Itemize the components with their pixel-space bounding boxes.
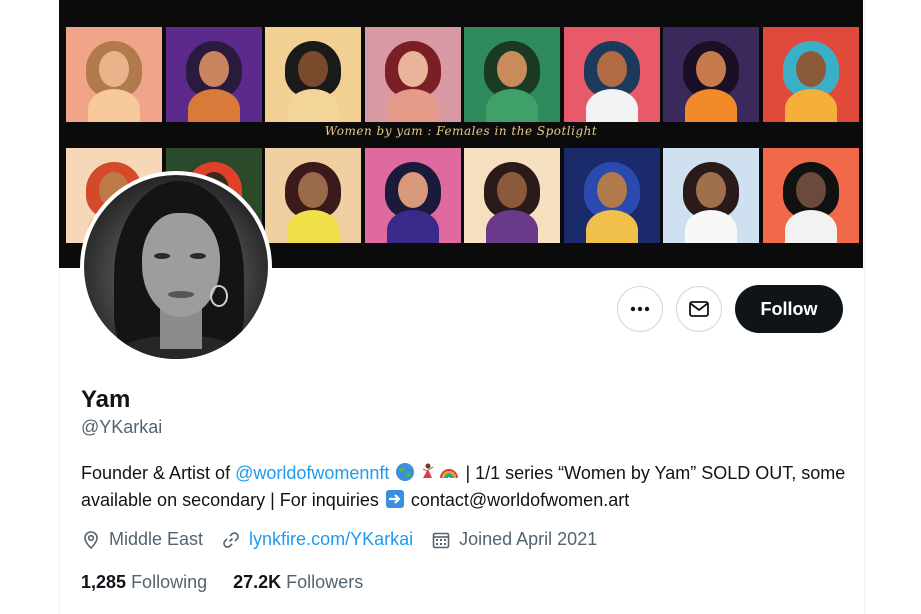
location-pin-icon — [84, 530, 98, 549]
follow-button[interactable]: Follow — [735, 285, 843, 333]
message-button[interactable] — [676, 286, 722, 332]
banner-artwork-tile — [563, 148, 660, 243]
followers-label: Followers — [286, 572, 364, 592]
calendar-icon — [432, 532, 450, 548]
display-name: Yam — [81, 386, 131, 413]
user-handle: @YKarkai — [81, 417, 163, 437]
globe-emoji-icon — [396, 463, 415, 481]
following-link[interactable]: 1,285 Following — [81, 572, 207, 593]
bio-mention-link[interactable]: @worldofwomennft — [235, 463, 389, 483]
joined-text: Joined April 2021 — [459, 529, 598, 549]
banner-artwork-tile — [464, 27, 560, 122]
profile-meta: Middle East lynkfire.com/YKarkai Joined … — [81, 529, 615, 550]
banner-artwork-tile — [265, 148, 361, 243]
link-icon — [223, 531, 239, 548]
avatar[interactable] — [80, 171, 272, 363]
followers-link[interactable]: 27.2K Followers — [233, 572, 363, 593]
banner-artwork-tile — [762, 27, 859, 122]
location-item: Middle East — [81, 529, 203, 550]
followers-count: 27.2K — [233, 572, 282, 592]
profile-bio: Founder & Artist of @worldofwomennft | 1… — [81, 460, 861, 514]
banner-artwork-tile — [165, 27, 262, 122]
banner-artwork-tile — [563, 27, 660, 122]
banner-artwork-tile — [364, 27, 461, 122]
banner-tagline: Women by yam : Females in the Spotlight — [324, 124, 598, 138]
banner-artwork-tile — [762, 148, 859, 243]
following-label: Following — [131, 572, 208, 592]
website-link[interactable]: lynkfire.com/YKarkai — [249, 529, 413, 550]
joined-item: Joined April 2021 — [431, 529, 597, 550]
envelope-icon — [689, 301, 709, 317]
bio-text-prefix: Founder & Artist of — [81, 463, 236, 483]
bio-contact: contact@worldofwomen.art — [405, 490, 630, 510]
more-button[interactable] — [617, 286, 663, 332]
banner-artwork-tile — [464, 148, 560, 243]
banner-artwork-tile — [66, 27, 162, 122]
dancer-emoji-icon — [423, 463, 434, 478]
more-horizontal-icon — [630, 306, 650, 312]
rainbow-emoji-icon — [440, 469, 459, 479]
website-item[interactable]: lynkfire.com/YKarkai — [221, 529, 413, 550]
banner-artwork-tile — [663, 27, 759, 122]
following-count: 1,285 — [81, 572, 127, 592]
banner-artwork-tile — [265, 27, 361, 122]
avatar-photo — [84, 175, 268, 359]
right-arrow-emoji-icon — [385, 490, 404, 508]
follow-stats: 1,285 Following 27.2K Followers — [81, 572, 389, 593]
banner-artwork-tile — [364, 148, 461, 243]
location-text: Middle East — [109, 529, 204, 549]
banner-artwork-tile — [663, 148, 759, 243]
